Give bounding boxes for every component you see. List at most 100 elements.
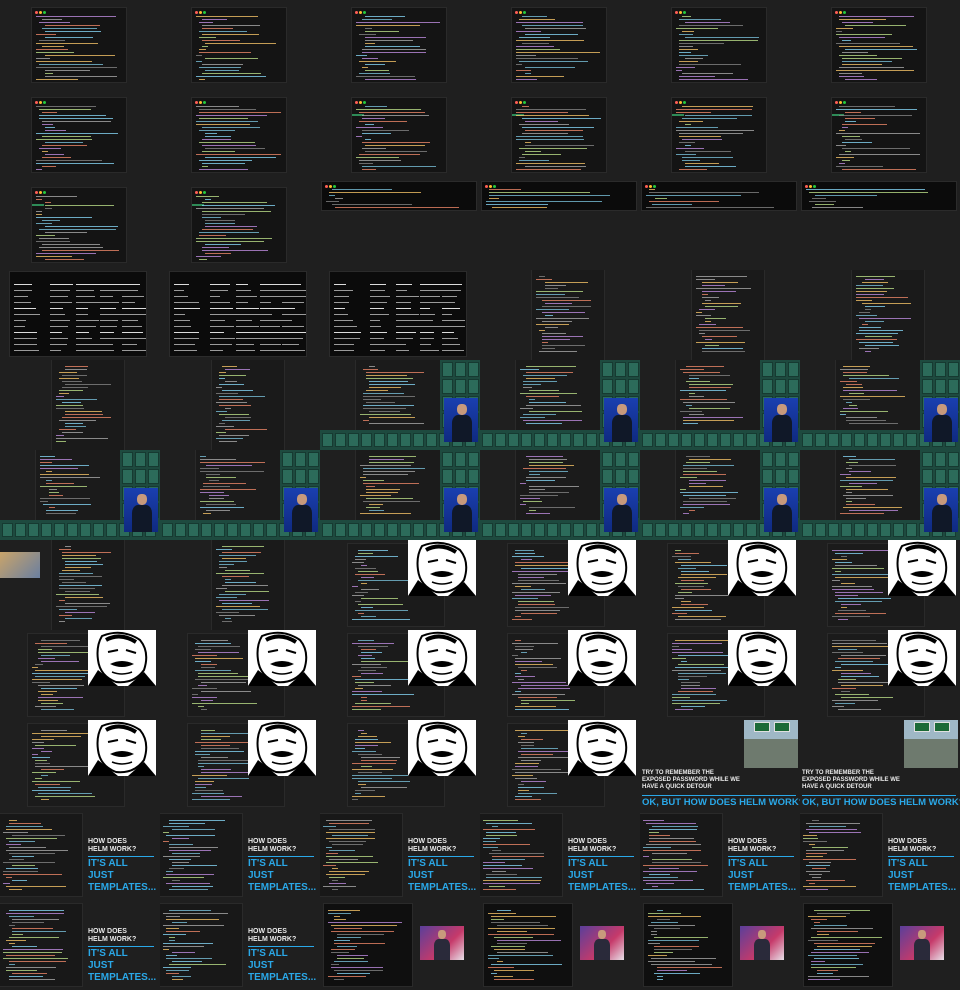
window-dot-icon[interactable]: [813, 185, 816, 188]
thumbnail-frame[interactable]: [640, 180, 800, 270]
window-dot-icon[interactable]: [203, 11, 206, 14]
thumbnail-frame[interactable]: [160, 180, 320, 270]
window-dot-icon[interactable]: [39, 191, 42, 194]
thumbnail-frame[interactable]: [800, 900, 960, 990]
thumbnail-frame[interactable]: [480, 180, 640, 270]
window-dot-icon[interactable]: [39, 11, 42, 14]
thumbnail-frame[interactable]: [0, 720, 160, 810]
window-dot-icon[interactable]: [363, 101, 366, 104]
thumbnail-frame[interactable]: [480, 0, 640, 90]
window-dot-icon[interactable]: [325, 185, 328, 188]
window-dot-icon[interactable]: [839, 11, 842, 14]
thumbnail-frame[interactable]: [480, 900, 640, 990]
window-dot-icon[interactable]: [195, 191, 198, 194]
thumbnail-frame[interactable]: [640, 360, 800, 450]
window-dot-icon[interactable]: [653, 185, 656, 188]
thumbnail-frame[interactable]: [160, 360, 320, 450]
window-dot-icon[interactable]: [39, 101, 42, 104]
thumbnail-frame[interactable]: [0, 630, 160, 720]
thumbnail-frame[interactable]: HOW DOES HELM WORK? IT'S ALL JUST TEMPLAT…: [480, 810, 640, 900]
window-dot-icon[interactable]: [493, 185, 496, 188]
window-dot-icon[interactable]: [35, 11, 38, 14]
window-dot-icon[interactable]: [199, 101, 202, 104]
window-dot-icon[interactable]: [809, 185, 812, 188]
window-dot-icon[interactable]: [199, 191, 202, 194]
window-dot-icon[interactable]: [43, 101, 46, 104]
thumbnail-frame[interactable]: [480, 450, 640, 540]
thumbnail-frame[interactable]: [480, 630, 640, 720]
window-dot-icon[interactable]: [43, 191, 46, 194]
window-dot-icon[interactable]: [835, 101, 838, 104]
thumbnail-frame[interactable]: [320, 180, 480, 270]
thumbnail-frame[interactable]: [800, 0, 960, 90]
thumbnail-frame[interactable]: [480, 90, 640, 180]
thumbnail-frame[interactable]: TRY TO REMEMBER THE EXPOSED PASSWORD WHI…: [800, 720, 960, 810]
window-dot-icon[interactable]: [355, 101, 358, 104]
thumbnail-frame[interactable]: [160, 630, 320, 720]
window-dot-icon[interactable]: [515, 101, 518, 104]
window-dot-icon[interactable]: [515, 11, 518, 14]
thumbnail-frame[interactable]: [480, 360, 640, 450]
thumbnail-frame[interactable]: [640, 900, 800, 990]
window-dot-icon[interactable]: [523, 11, 526, 14]
thumbnail-frame[interactable]: [0, 180, 160, 270]
thumbnail-frame[interactable]: [800, 630, 960, 720]
thumbnail-frame[interactable]: [160, 450, 320, 540]
thumbnail-frame[interactable]: [640, 540, 800, 630]
thumbnail-frame[interactable]: [320, 0, 480, 90]
window-dot-icon[interactable]: [835, 11, 838, 14]
window-dot-icon[interactable]: [679, 11, 682, 14]
thumbnail-frame[interactable]: [640, 450, 800, 540]
window-dot-icon[interactable]: [519, 101, 522, 104]
thumbnail-frame[interactable]: [0, 450, 160, 540]
thumbnail-frame[interactable]: [640, 90, 800, 180]
thumbnail-frame[interactable]: [640, 630, 800, 720]
window-dot-icon[interactable]: [805, 185, 808, 188]
thumbnail-frame[interactable]: [0, 0, 160, 90]
thumbnail-frame[interactable]: [0, 540, 160, 630]
thumbnail-frame[interactable]: [160, 0, 320, 90]
window-dot-icon[interactable]: [679, 101, 682, 104]
window-dot-icon[interactable]: [683, 101, 686, 104]
thumbnail-frame[interactable]: HOW DOES HELM WORK? IT'S ALL JUST TEMPLAT…: [800, 810, 960, 900]
window-dot-icon[interactable]: [843, 11, 846, 14]
window-dot-icon[interactable]: [203, 191, 206, 194]
thumbnail-frame[interactable]: [160, 540, 320, 630]
thumbnail-frame[interactable]: [0, 270, 160, 360]
thumbnail-frame[interactable]: [160, 720, 320, 810]
thumbnail-frame[interactable]: HOW DOES HELM WORK? IT'S ALL JUST TEMPLAT…: [160, 900, 320, 990]
window-dot-icon[interactable]: [199, 11, 202, 14]
window-dot-icon[interactable]: [675, 11, 678, 14]
window-dot-icon[interactable]: [645, 185, 648, 188]
thumbnail-frame[interactable]: [320, 450, 480, 540]
thumbnail-frame[interactable]: [800, 450, 960, 540]
window-dot-icon[interactable]: [675, 101, 678, 104]
thumbnail-frame[interactable]: HOW DOES HELM WORK? IT'S ALL JUST TEMPLAT…: [0, 810, 160, 900]
thumbnail-frame[interactable]: HOW DOES HELM WORK? IT'S ALL JUST TEMPLAT…: [160, 810, 320, 900]
thumbnail-frame[interactable]: [480, 540, 640, 630]
window-dot-icon[interactable]: [359, 101, 362, 104]
thumbnail-frame[interactable]: [640, 0, 800, 90]
thumbnail-frame[interactable]: [320, 270, 480, 360]
thumbnail-frame[interactable]: HOW DOES HELM WORK? IT'S ALL JUST TEMPLAT…: [320, 810, 480, 900]
thumbnail-frame[interactable]: [320, 720, 480, 810]
thumbnail-frame[interactable]: HOW DOES HELM WORK? IT'S ALL JUST TEMPLAT…: [640, 810, 800, 900]
window-dot-icon[interactable]: [203, 101, 206, 104]
thumbnail-frame[interactable]: [320, 360, 480, 450]
window-dot-icon[interactable]: [35, 101, 38, 104]
thumbnail-frame[interactable]: [320, 900, 480, 990]
thumbnail-frame[interactable]: [480, 720, 640, 810]
window-dot-icon[interactable]: [359, 11, 362, 14]
thumbnail-frame[interactable]: [320, 630, 480, 720]
window-dot-icon[interactable]: [519, 11, 522, 14]
window-dot-icon[interactable]: [489, 185, 492, 188]
thumbnail-frame[interactable]: [320, 90, 480, 180]
thumbnail-frame[interactable]: [480, 270, 640, 360]
window-dot-icon[interactable]: [43, 11, 46, 14]
window-dot-icon[interactable]: [843, 101, 846, 104]
thumbnail-frame[interactable]: HOW DOES HELM WORK? IT'S ALL JUST TEMPLAT…: [0, 900, 160, 990]
window-dot-icon[interactable]: [839, 101, 842, 104]
window-dot-icon[interactable]: [485, 185, 488, 188]
window-dot-icon[interactable]: [355, 11, 358, 14]
window-dot-icon[interactable]: [195, 101, 198, 104]
